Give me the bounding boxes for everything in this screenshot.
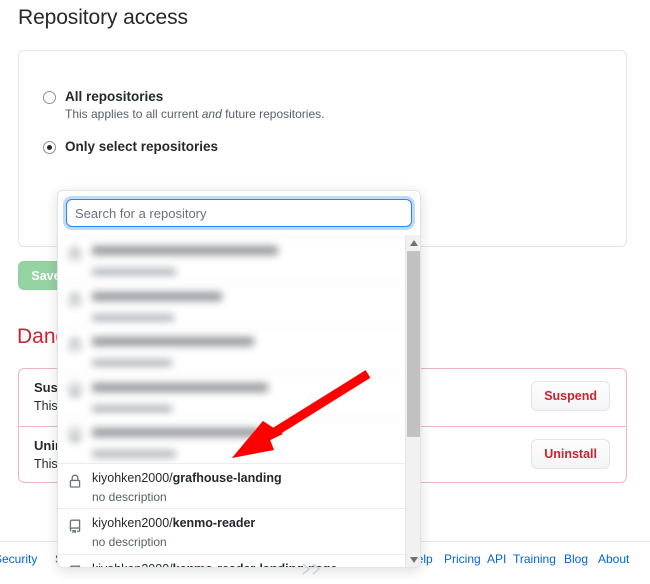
suspend-description: This	[34, 399, 58, 413]
footer-link-pricing[interactable]: Pricing	[444, 552, 481, 566]
list-item[interactable]	[58, 235, 420, 281]
repo-owner: kiyohken2000/	[92, 470, 173, 485]
list-item[interactable]	[58, 326, 420, 372]
dropdown-scrollbar[interactable]	[405, 235, 420, 567]
search-input[interactable]	[66, 199, 412, 227]
lock-icon	[68, 474, 82, 489]
list-item-kenmo-reader-landing-page[interactable]: kiyohken2000/kenmo-reader-landing-page	[58, 553, 420, 568]
list-item[interactable]	[58, 371, 420, 417]
scroll-up-arrow-icon[interactable]	[406, 235, 420, 250]
footer-link-training[interactable]: Training	[513, 552, 556, 566]
footer-link-api[interactable]: API	[487, 552, 506, 566]
scrollbar-thumb[interactable]	[407, 251, 420, 437]
repo-name: kenmo-reader	[172, 516, 256, 530]
list-item[interactable]	[58, 280, 420, 326]
repo-name: grafhouse-landing	[172, 470, 282, 485]
radio-only-select-repositories-indicator[interactable]	[43, 141, 56, 154]
page-title: Repository access	[18, 6, 188, 29]
radio-all-repositories-sublabel: This applies to all current and future r…	[65, 107, 325, 121]
radio-all-repositories-label: All repositories	[65, 89, 164, 104]
list-item-kenmo-reader[interactable]: kiyohken2000/kenmo-reader no description	[58, 508, 420, 554]
scroll-down-arrow-icon[interactable]	[406, 552, 420, 567]
repository-list[interactable]: kiyohken2000/grafhouse-landing no descri…	[58, 235, 420, 567]
footer-link-about[interactable]: About	[598, 552, 629, 566]
repo-icon	[68, 383, 82, 398]
scroll-hint-icon	[300, 563, 322, 578]
suspend-button[interactable]: Suspend	[531, 381, 610, 411]
radio-all-repositories-indicator[interactable]	[43, 91, 56, 104]
list-item-grafhouse-landing[interactable]: kiyohken2000/grafhouse-landing no descri…	[58, 462, 420, 508]
repo-icon	[68, 428, 82, 443]
repo-icon	[68, 565, 82, 567]
radio-only-select-repositories-label: Only select repositories	[65, 139, 219, 154]
uninstall-button[interactable]: Uninstall	[531, 439, 610, 469]
lock-icon	[68, 246, 82, 261]
uninstall-description: This	[34, 457, 58, 471]
repo-owner: kiyohken2000/	[92, 562, 173, 568]
repo-description: no description	[92, 489, 167, 504]
footer-link-security[interactable]: Security	[0, 552, 37, 566]
list-item[interactable]	[58, 417, 420, 463]
repository-search-wrapper	[58, 191, 420, 235]
repository-dropdown-panel: kiyohken2000/grafhouse-landing no descri…	[57, 190, 421, 568]
repo-icon	[68, 519, 82, 534]
repo-description: no description	[92, 535, 167, 549]
lock-icon	[68, 337, 82, 352]
repo-owner: kiyohken2000/	[92, 516, 173, 530]
lock-icon	[68, 292, 82, 307]
footer-link-blog[interactable]: Blog	[564, 552, 588, 566]
